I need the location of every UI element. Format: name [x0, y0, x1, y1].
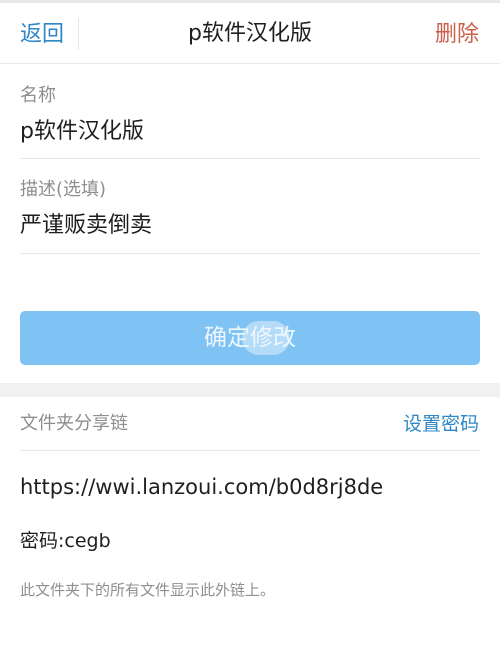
delete-button[interactable]: 删除	[435, 21, 479, 49]
share-link-label: 文件夹分享链	[20, 413, 128, 434]
set-password-button[interactable]: 设置密码	[403, 412, 479, 437]
header-divider	[78, 18, 79, 50]
share-footnote: 此文件夹下的所有文件显示此外链上。	[20, 581, 276, 599]
header-bar: 返回 p软件汉化版 删除	[0, 3, 500, 64]
name-label: 名称	[20, 85, 56, 106]
section-divider	[0, 383, 500, 397]
description-field[interactable]: 描述(选填) 严谨贩卖倒卖	[20, 178, 480, 254]
share-url-text[interactable]: https://wwi.lanzoui.com/b0d8rj8de	[20, 473, 480, 501]
description-label: 描述(选填)	[20, 179, 107, 200]
share-password-text: 密码:cegb	[20, 530, 111, 552]
back-button[interactable]: 返回	[20, 21, 64, 49]
name-field[interactable]: 名称 p软件汉化版	[20, 84, 480, 159]
description-input[interactable]: 严谨贩卖倒卖	[20, 212, 480, 240]
name-input[interactable]: p软件汉化版	[20, 118, 480, 146]
page-title: p软件汉化版	[188, 21, 312, 46]
share-link-header: 文件夹分享链 设置密码	[20, 397, 480, 451]
edit-folder-screen: 返回 p软件汉化版 删除 名称 p软件汉化版 描述(选填) 严谨贩卖倒卖 确定修…	[0, 0, 500, 653]
confirm-edit-label: 确定修改	[204, 325, 296, 351]
confirm-edit-button[interactable]: 确定修改	[20, 311, 480, 365]
